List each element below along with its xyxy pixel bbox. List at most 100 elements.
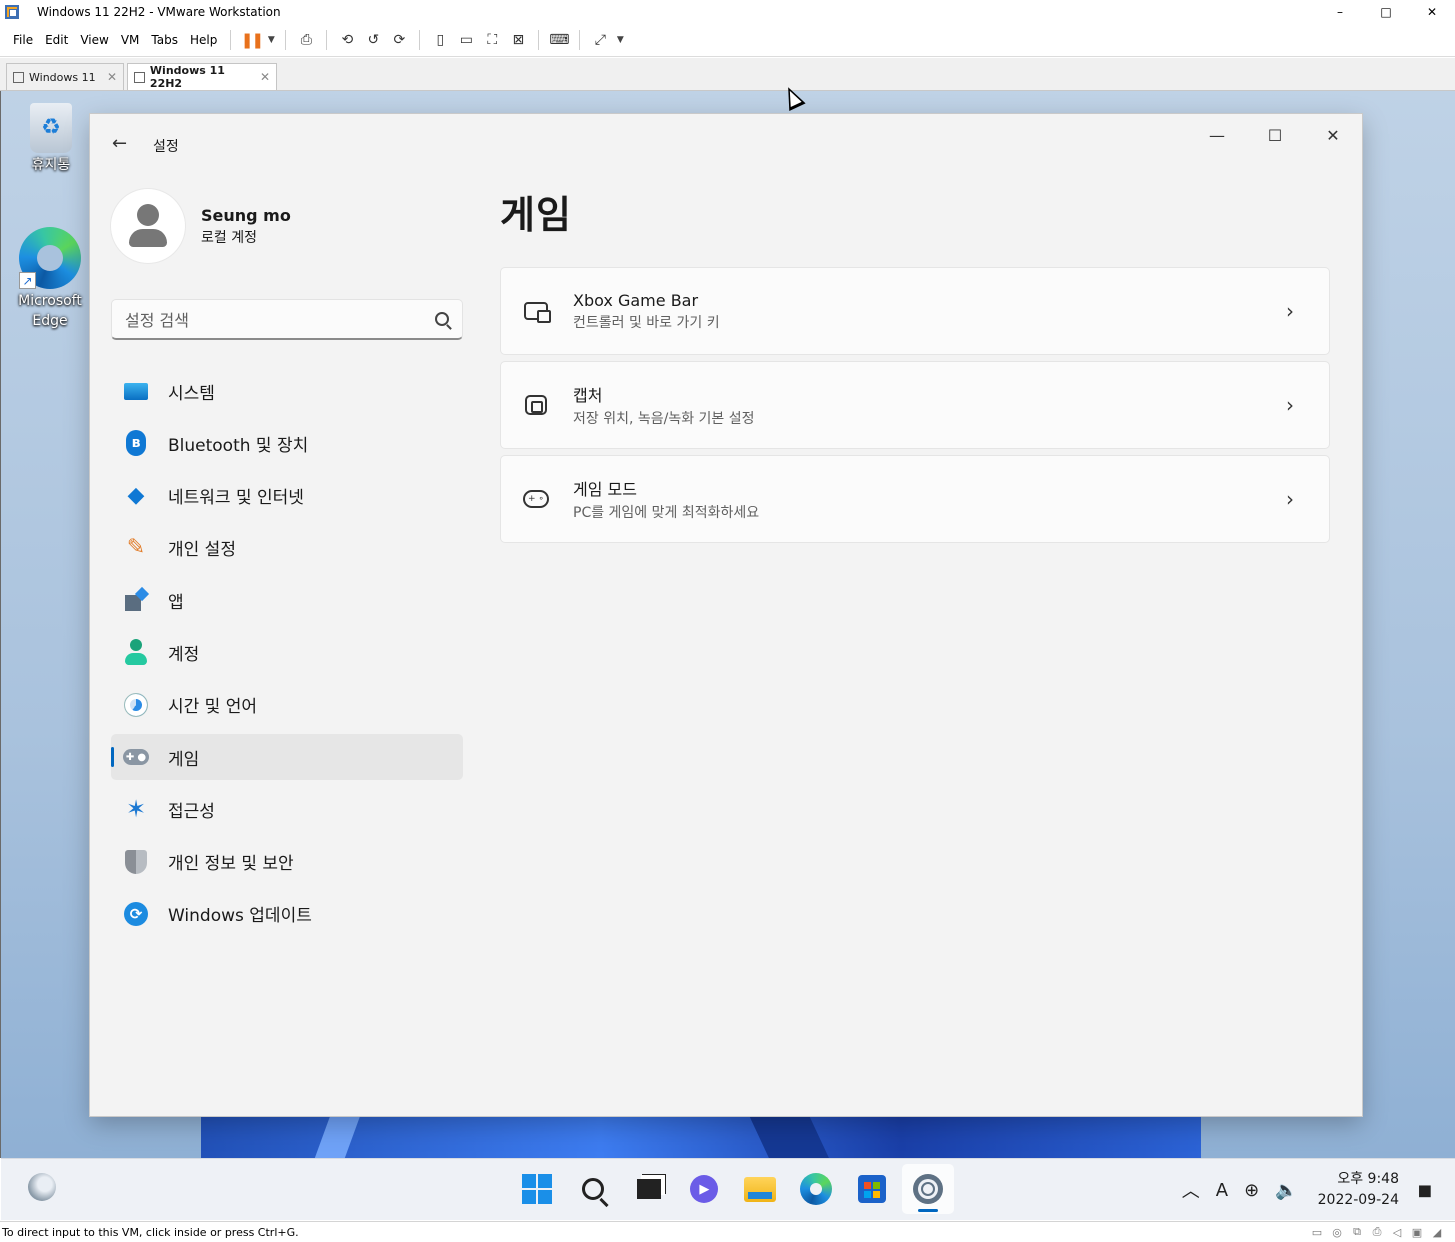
taskbar-task-view-button[interactable] xyxy=(623,1164,675,1214)
menu-help[interactable]: Help xyxy=(184,33,223,47)
pause-icon[interactable]: ❚❚ xyxy=(238,28,264,52)
system-tray: ︿ A ⊕ 🔈 오후 9:48 2022-09-24 ◼ xyxy=(1166,1159,1435,1221)
clock[interactable]: 오후 9:48 2022-09-24 xyxy=(1318,1169,1399,1211)
user-profile[interactable]: Seung mo 로컬 계정 xyxy=(111,189,291,263)
message-icon[interactable]: ▣ xyxy=(1407,1224,1427,1240)
settings-maximize-button[interactable]: ☐ xyxy=(1246,114,1304,156)
unity-icon[interactable]: ⊠ xyxy=(505,28,531,52)
toolbar-divider xyxy=(230,30,232,50)
thumbnail-bar-icon[interactable]: ▭ xyxy=(453,28,479,52)
profile-account-type: 로컬 계정 xyxy=(201,229,257,246)
desktop-icon-edge[interactable]: ↗ Microsoft Edge xyxy=(10,227,90,331)
printer-icon[interactable]: ⎙ xyxy=(1367,1224,1387,1240)
nav-item-privacy-security[interactable]: 개인 정보 및 보안 xyxy=(111,839,463,885)
guest-desktop[interactable]: ♻ 휴지통 ↗ Microsoft Edge — ☐ ✕ ← 설정 Seung … xyxy=(0,91,1455,1158)
nav-item-personalization[interactable]: ✎ 개인 설정 xyxy=(111,525,463,571)
ime-indicator[interactable]: A xyxy=(1216,1180,1228,1201)
show-library-icon[interactable]: ▯ xyxy=(427,28,453,52)
speaker-icon[interactable]: 🔈 xyxy=(1275,1180,1297,1201)
nav-item-accounts[interactable]: 계정 xyxy=(111,629,463,675)
nav-label: 네트워크 및 인터넷 xyxy=(168,488,304,509)
page-title: 게임 xyxy=(500,193,572,237)
nav-item-network[interactable]: ◆ 네트워크 및 인터넷 xyxy=(111,473,463,519)
nav-label: 앱 xyxy=(168,592,184,613)
stretch-dropdown-icon[interactable]: ▼ xyxy=(613,28,627,52)
minimize-button[interactable]: – xyxy=(1317,0,1363,24)
nav-item-bluetooth[interactable]: ʙ Bluetooth 및 장치 xyxy=(111,420,463,466)
settings-search-input[interactable]: 설정 검색 xyxy=(111,299,463,340)
toolbar-divider xyxy=(538,30,540,50)
stretch-view-icon[interactable]: ⤢ xyxy=(587,28,613,52)
back-arrow-icon[interactable]: ← xyxy=(112,133,127,154)
wifi-icon: ◆ xyxy=(127,483,145,509)
taskbar-settings-button[interactable] xyxy=(901,1164,954,1214)
revert-snapshot-icon[interactable]: ↺ xyxy=(360,28,386,52)
windows-start-icon xyxy=(522,1174,552,1204)
search-icon xyxy=(435,312,449,326)
chevron-up-icon[interactable]: ︿ xyxy=(1182,1177,1200,1203)
edge-icon xyxy=(799,1173,832,1205)
game-mode-icon: + ∘ xyxy=(523,490,549,508)
settings-close-button[interactable]: ✕ xyxy=(1304,114,1362,156)
nav-item-time-language[interactable]: 시간 및 언어 xyxy=(111,682,463,728)
card-title: 캡처 xyxy=(573,386,603,405)
send-ctrl-alt-del-icon[interactable]: ⎙ xyxy=(293,28,319,52)
menu-file[interactable]: File xyxy=(7,33,39,47)
menu-vm[interactable]: VM xyxy=(115,33,146,47)
taskbar-search-button[interactable] xyxy=(567,1164,619,1214)
network-adapter-icon[interactable]: ⧉ xyxy=(1347,1224,1367,1240)
sound-icon[interactable]: ◁ xyxy=(1387,1224,1407,1240)
taskbar-store-button[interactable] xyxy=(846,1164,898,1214)
hard-disk-icon[interactable]: ▭ xyxy=(1307,1224,1327,1240)
desktop-icon-recycle-bin[interactable]: ♻ 휴지통 xyxy=(11,103,91,175)
menu-view[interactable]: View xyxy=(74,33,114,47)
snapshot-icon[interactable]: ⟲ xyxy=(334,28,360,52)
shortcut-arrow-icon: ↗ xyxy=(19,272,36,289)
settings-minimize-button[interactable]: — xyxy=(1188,114,1246,156)
full-screen-icon[interactable]: ⛶ xyxy=(479,28,505,52)
weather-widget-icon[interactable] xyxy=(28,1173,56,1201)
nav-item-accessibility[interactable]: ✶ 접근성 xyxy=(111,786,463,832)
settings-nav: 시스템 ʙ Bluetooth 및 장치 ◆ 네트워크 및 인터넷 ✎ 개인 설… xyxy=(111,368,463,943)
card-title: Xbox Game Bar xyxy=(573,290,699,310)
guest-taskbar: ▶ ︿ A ⊕ 🔈 오후 9:48 2022-09-24 ◼ xyxy=(1,1158,1455,1220)
card-subtitle: 컨트롤러 및 바로 가기 키 xyxy=(573,314,720,331)
menu-tabs[interactable]: Tabs xyxy=(145,33,184,47)
card-xbox-game-bar[interactable]: Xbox Game Bar 컨트롤러 및 바로 가기 키 › xyxy=(500,267,1330,355)
close-button[interactable]: ✕ xyxy=(1409,0,1455,24)
nav-item-apps[interactable]: 앱 xyxy=(111,577,463,623)
folder-icon xyxy=(744,1176,777,1202)
menu-edit[interactable]: Edit xyxy=(39,33,74,47)
cd-drive-icon[interactable]: ◎ xyxy=(1327,1224,1347,1240)
card-game-mode[interactable]: + ∘ 게임 모드 PC를 게임에 맞게 최적화하세요 › xyxy=(500,455,1330,543)
nav-item-windows-update[interactable]: ⟳ Windows 업데이트 xyxy=(111,891,463,937)
vm-tab-label: Windows 11 22H2 xyxy=(149,64,225,90)
taskbar-edge-button[interactable] xyxy=(790,1164,842,1214)
console-view-icon[interactable]: ⌨ xyxy=(546,28,572,52)
nav-label: Bluetooth 및 장치 xyxy=(168,435,309,456)
card-subtitle: PC를 게임에 맞게 최적화하세요 xyxy=(573,505,760,521)
taskbar-start-button[interactable] xyxy=(511,1164,563,1214)
taskbar-chat-button[interactable]: ▶ xyxy=(678,1164,730,1214)
close-icon[interactable]: ✕ xyxy=(260,70,270,84)
taskbar-file-explorer-button[interactable] xyxy=(734,1164,786,1214)
network-globe-icon[interactable]: ⊕ xyxy=(1244,1180,1259,1201)
snapshot-manager-icon[interactable]: ⟳ xyxy=(386,28,412,52)
nav-item-gaming[interactable]: ✚ ● 게임 xyxy=(111,734,463,781)
close-icon[interactable]: ✕ xyxy=(107,70,117,84)
shield-icon xyxy=(125,849,147,874)
nav-item-system[interactable]: 시스템 xyxy=(111,368,463,414)
nav-label: 접근성 xyxy=(168,801,215,822)
vm-tab-windows-11-22h2[interactable]: Windows 11 22H2 ✕ xyxy=(127,63,277,90)
maximize-button[interactable]: □ xyxy=(1363,0,1409,24)
system-icon xyxy=(124,382,148,400)
vmware-status-bar: To direct input to this VM, click inside… xyxy=(0,1221,1455,1242)
resize-grip-icon[interactable]: ◢ xyxy=(1427,1224,1447,1240)
vm-tab-windows-11[interactable]: Windows 11 ✕ xyxy=(6,63,124,90)
card-captures[interactable]: 캡처 저장 위치, 녹음/녹화 기본 설정 › xyxy=(500,361,1330,449)
chevron-right-icon: › xyxy=(1286,299,1294,323)
chevron-right-icon: › xyxy=(1286,487,1294,511)
apps-icon xyxy=(125,589,147,612)
power-dropdown-icon[interactable]: ▼ xyxy=(264,28,278,52)
notification-icon[interactable]: ◼ xyxy=(1415,1179,1435,1201)
